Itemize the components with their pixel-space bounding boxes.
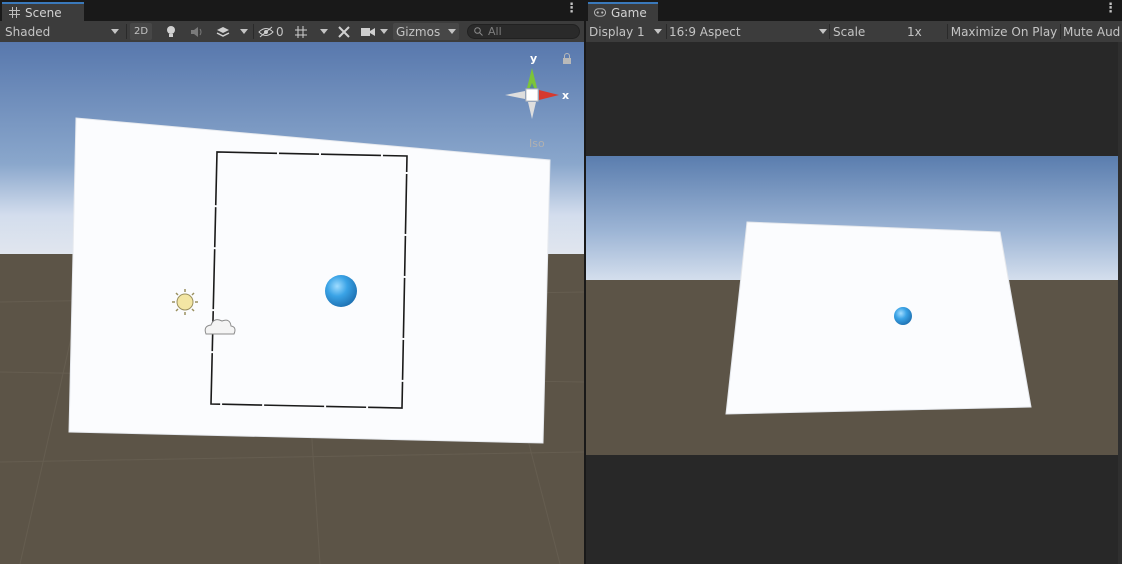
audio-toggle-button[interactable] <box>186 23 208 40</box>
projection-label[interactable]: Iso <box>529 137 545 150</box>
scene-view-panel: Scene ⋮ Shaded 2D 0 Gizmos All y x Iso <box>0 0 584 564</box>
scene-menu-kebab-icon[interactable]: ⋮ <box>565 2 578 15</box>
scale-value: 1x <box>907 23 929 40</box>
game-view-panel: Game ⋮ Display 1 16:9 Aspect Scale 1x Ma… <box>586 0 1122 564</box>
chevron-down-icon <box>240 29 248 34</box>
scale-label-text: Scale <box>833 24 866 39</box>
tools-button[interactable] <box>334 23 354 40</box>
display-dropdown[interactable]: Display 1 <box>589 23 664 40</box>
toggle-2d-label: 2D <box>133 26 149 37</box>
scene-plane[interactable] <box>68 117 551 444</box>
gamepad-icon <box>594 7 606 19</box>
chevron-down-icon <box>320 29 328 34</box>
game-plane <box>725 221 1032 415</box>
aspect-dropdown[interactable]: 16:9 Aspect <box>669 23 829 40</box>
game-sphere <box>894 307 912 325</box>
gizmo-x-label: x <box>562 89 569 102</box>
panel-divider[interactable] <box>584 0 586 564</box>
game-menu-kebab-icon[interactable]: ⋮ <box>1104 2 1117 15</box>
lightbulb-icon <box>167 25 175 37</box>
hidden-count: 0 <box>276 24 284 39</box>
scene-visibility-toggle[interactable]: 0 <box>258 23 286 40</box>
chevron-down-icon <box>380 29 388 34</box>
chevron-down-icon <box>111 29 119 34</box>
grid-dropdown[interactable] <box>292 23 330 40</box>
tab-scene[interactable]: Scene <box>2 2 84 21</box>
search-placeholder: All <box>488 25 502 38</box>
scene-search-input[interactable]: All <box>467 24 580 39</box>
gizmos-label: Gizmos <box>396 24 441 39</box>
chevron-down-icon <box>654 29 662 34</box>
mute-audio-toggle[interactable]: Mute Aud <box>1063 23 1122 40</box>
lighting-toggle-button[interactable] <box>160 23 182 40</box>
scene-toolbar: Shaded 2D 0 Gizmos All <box>0 21 584 43</box>
layers-icon <box>216 26 230 37</box>
game-toolbar: Display 1 16:9 Aspect Scale 1x Maximize … <box>586 21 1122 57</box>
maximize-on-play-toggle[interactable]: Maximize On Play <box>950 23 1058 40</box>
scene-tabbar: Scene ⋮ <box>0 0 584 21</box>
camera-icon <box>361 27 375 36</box>
scene-viewport[interactable]: y x Iso <box>0 42 584 564</box>
mute-label: Mute Aud <box>1063 24 1121 39</box>
scene-sphere[interactable] <box>325 275 357 307</box>
grid-toggle-icon <box>295 25 307 38</box>
tab-game[interactable]: Game <box>588 2 658 21</box>
draw-mode-dropdown[interactable]: Shaded <box>5 23 123 40</box>
effects-dropdown[interactable] <box>212 23 250 40</box>
aspect-value: 16:9 Aspect <box>669 24 741 39</box>
speaker-icon <box>191 26 202 37</box>
draw-mode-value: Shaded <box>5 24 51 39</box>
chevron-down-icon <box>448 29 456 34</box>
tab-scene-label: Scene <box>25 5 62 20</box>
chevron-down-icon <box>819 29 827 34</box>
display-value: Display 1 <box>589 24 645 39</box>
game-viewport[interactable] <box>586 42 1122 564</box>
camera-dropdown[interactable] <box>359 23 389 40</box>
toggle-2d-button[interactable]: 2D <box>130 23 152 40</box>
grid-icon <box>8 7 20 19</box>
scale-value-text: 1x <box>907 24 922 39</box>
scale-label: Scale <box>833 23 873 40</box>
maximize-label: Maximize On Play <box>950 24 1058 39</box>
gizmo-y-label: y <box>530 52 537 65</box>
game-tabbar: Game ⋮ <box>586 0 1122 21</box>
eye-slash-icon <box>258 26 274 37</box>
tab-game-label: Game <box>611 5 647 20</box>
game-scrollbar[interactable] <box>1118 42 1122 564</box>
search-icon <box>474 27 483 36</box>
wrench-icon <box>338 25 350 38</box>
gizmos-dropdown[interactable]: Gizmos <box>393 23 459 40</box>
